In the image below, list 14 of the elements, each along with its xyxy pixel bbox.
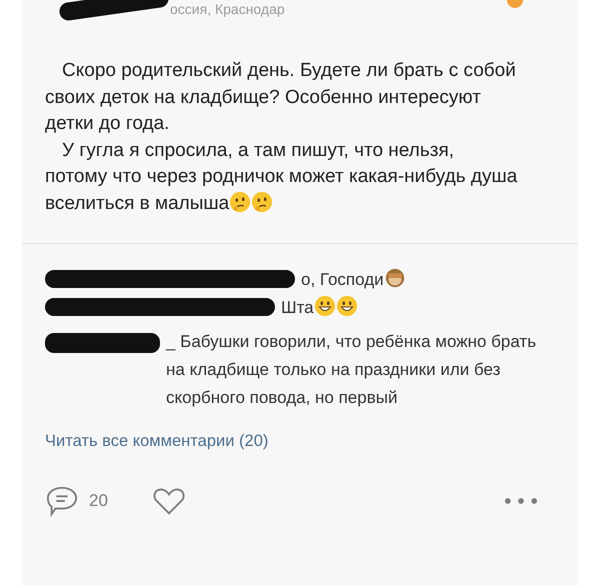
location-text: оссия, Краснодар (170, 1, 285, 17)
comment-text: о, Господи (301, 270, 384, 289)
post-text: Скоро родительский день. Будете ли брать с собой своих деток на кладбище? Особенно интересуют детки до года. (45, 59, 517, 136)
grinning-emoji-icon (314, 295, 336, 317)
thinking-emoji-icon (229, 190, 252, 212)
thinking-emoji-icon (251, 190, 274, 212)
view-all-comments-link[interactable]: Читать все комментарии (20) (45, 432, 578, 451)
more-icon[interactable] (504, 497, 538, 505)
comment-icon[interactable] (45, 485, 79, 517)
grinning-emoji-icon (336, 295, 358, 317)
comment-text: _ Бабушки говорили, что ребёнка можно брать на кладбище только на праздники или без скорбного повода, но первый (166, 331, 538, 409)
comment-text: Шта (281, 298, 314, 317)
comment-count: 20 (89, 491, 108, 511)
post-text: У гугла я спросила, а там пишут, что нельзя, потому что через родничок может какая-нибудь душа вселиться в малыша (45, 138, 518, 216)
